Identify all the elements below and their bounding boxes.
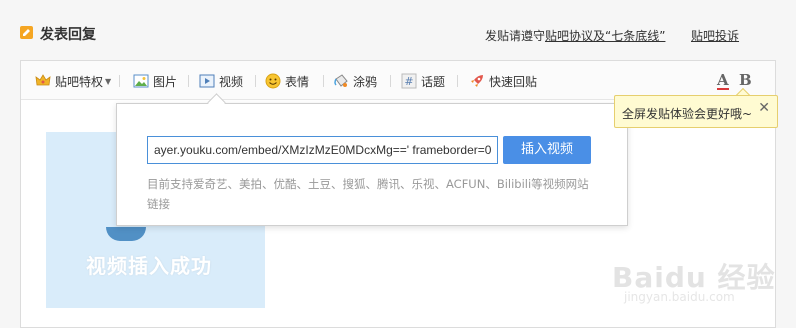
emoji-label: 表情 (285, 74, 310, 89)
toolbar-divider (188, 75, 189, 87)
bold-button[interactable]: B (739, 72, 752, 88)
video-icon (199, 73, 215, 89)
video-label: 视频 (219, 74, 244, 89)
insert-video-button[interactable]: 插入视频 (503, 136, 591, 164)
supported-sites-text: 目前支持爱奇艺、美拍、优酷、土豆、搜狐、腾讯、乐视、ACFUN、Bilibili… (147, 177, 589, 211)
close-icon[interactable]: ✕ (758, 100, 770, 116)
emoji-button[interactable]: 表情 (265, 72, 309, 90)
svg-text:#: # (404, 75, 413, 88)
quick-reply-label: 快速回贴 (489, 74, 538, 89)
fullscreen-tip: 全屏发贴体验会更好哦~ ✕ (614, 95, 778, 128)
complaint-link[interactable]: 贴吧投诉 (691, 27, 739, 44)
edit-icon (20, 26, 33, 39)
rocket-icon (469, 73, 485, 89)
doodle-button[interactable]: 涂鸦 (333, 72, 377, 90)
watermark-url: jingyan.baidu.com (624, 290, 735, 304)
image-label: 图片 (153, 74, 178, 89)
video-button[interactable]: 视频 (199, 72, 243, 90)
video-inserted-text: 视频插入成功 (86, 254, 212, 278)
tip-text: 全屏发贴体验会更好哦~ (622, 107, 753, 121)
topic-button[interactable]: # 话题 (401, 72, 445, 90)
doodle-label: 涂鸦 (353, 74, 378, 89)
video-url-input[interactable] (147, 136, 498, 164)
privilege-button[interactable]: 贴吧特权 ▼ (35, 72, 111, 90)
crown-icon (35, 73, 51, 89)
video-insert-popup: 插入视频 目前支持爱奇艺、美拍、优酷、土豆、搜狐、腾讯、乐视、ACFUN、Bil… (116, 103, 628, 226)
rules-link[interactable]: 贴吧协议及“七条底线” (545, 29, 665, 43)
chevron-down-icon: ▼ (105, 76, 112, 86)
toolbar-divider (255, 75, 256, 87)
reply-header: 发表回复 发贴请遵守贴吧协议及“七条底线” 贴吧投诉 (0, 0, 796, 60)
image-button[interactable]: 图片 (133, 72, 177, 90)
paint-bucket-icon (333, 73, 349, 89)
hashtag-icon: # (401, 73, 417, 89)
topic-label: 话题 (421, 74, 446, 89)
rules-notice: 发贴请遵守贴吧协议及“七条底线” (485, 27, 665, 44)
smiley-icon (265, 73, 281, 89)
privilege-label: 贴吧特权 (55, 74, 104, 89)
toolbar-divider (457, 75, 458, 87)
quick-reply-button[interactable]: 快速回贴 (469, 72, 537, 90)
page-title: 发表回复 (40, 27, 96, 43)
rules-prefix: 发贴请遵守 (485, 29, 546, 43)
video-thumbnail-decor (106, 227, 146, 241)
font-color-button[interactable]: A (717, 72, 729, 90)
toolbar-divider (323, 75, 324, 87)
image-icon (133, 73, 149, 89)
toolbar-divider (390, 75, 391, 87)
toolbar-divider (119, 75, 120, 87)
baidu-jingyan-watermark: Baidu 经验 jingyan.baidu.com (612, 256, 776, 304)
